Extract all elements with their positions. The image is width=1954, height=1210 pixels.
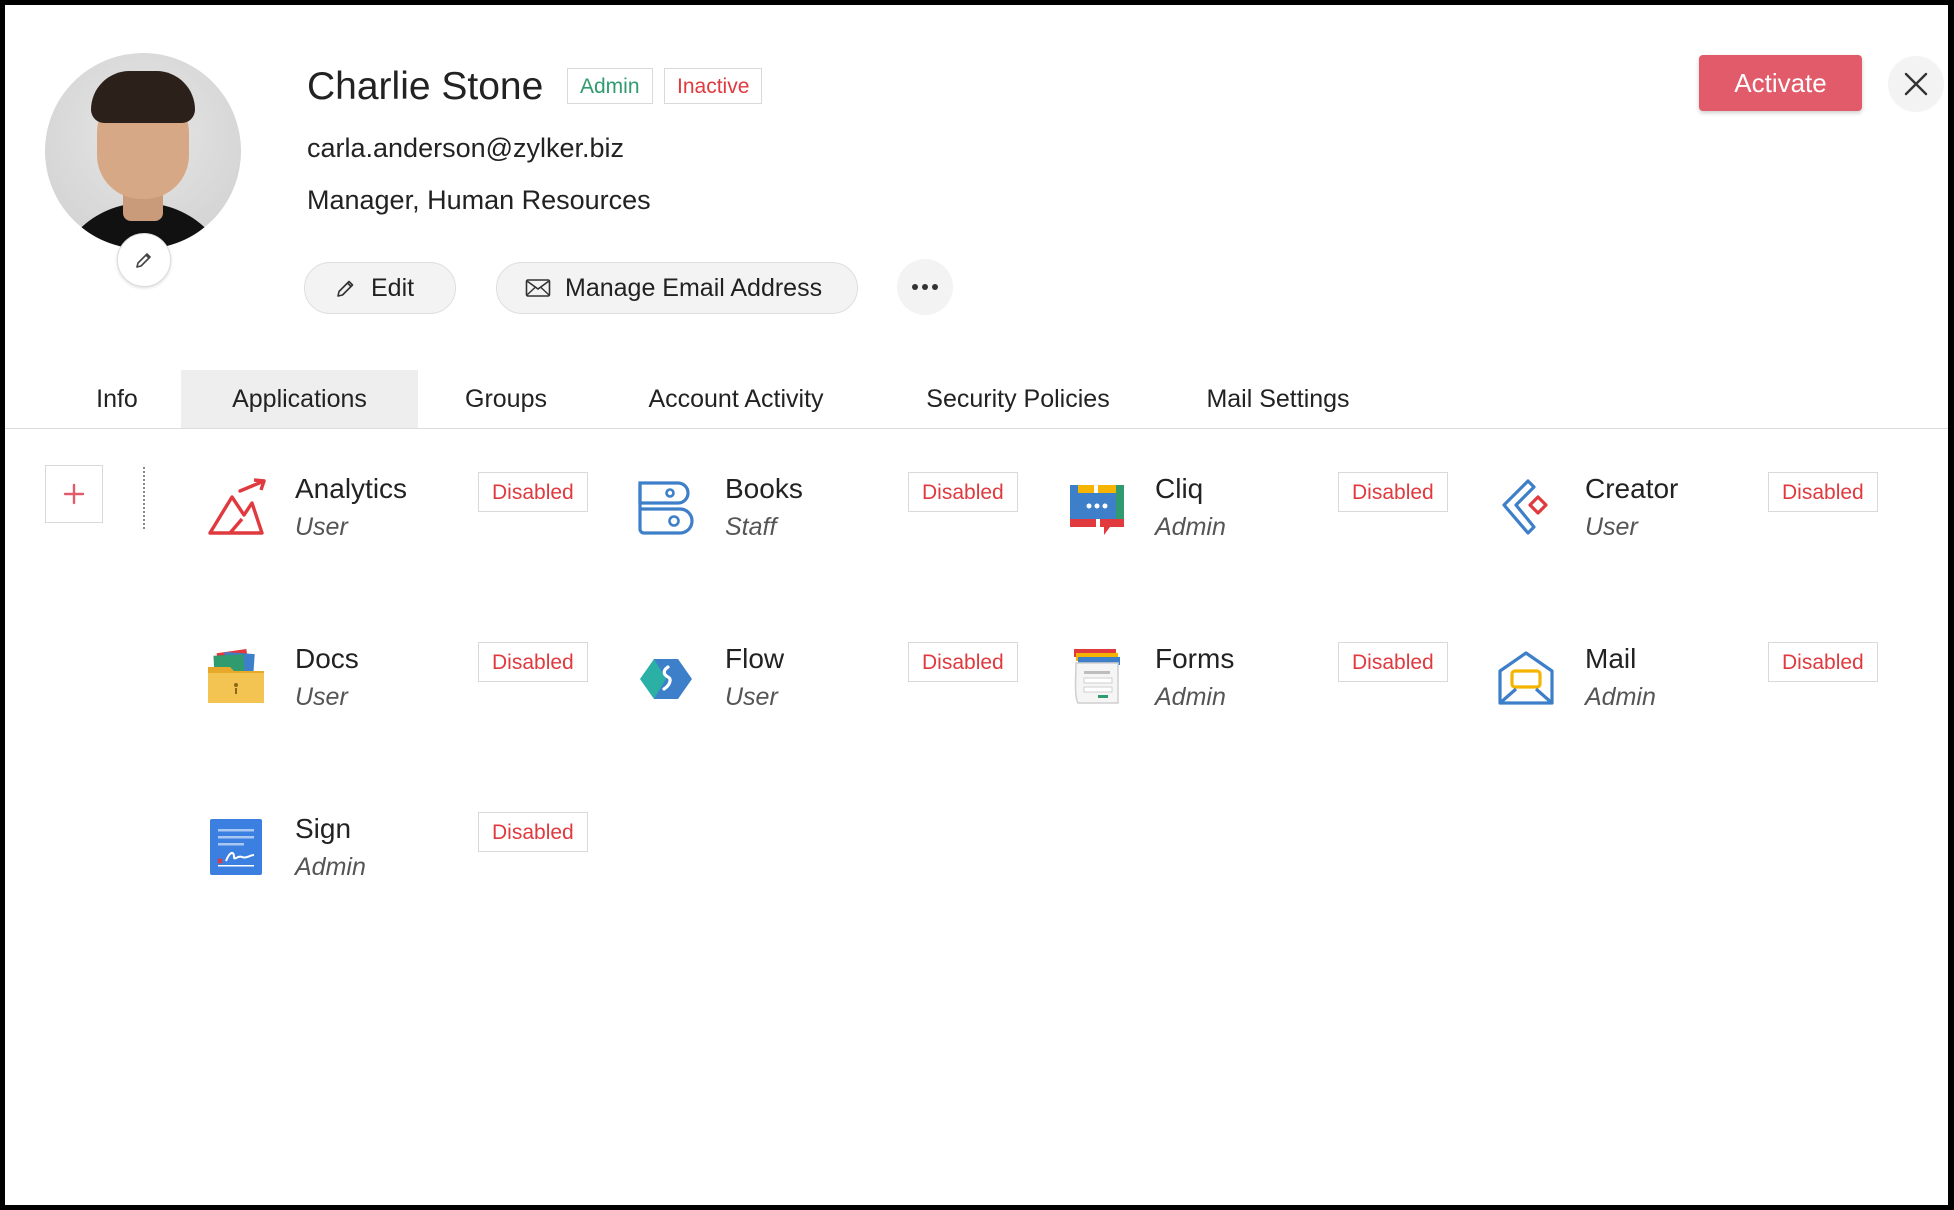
app-status-badge: Disabled	[908, 472, 1018, 512]
app-role: Admin	[1155, 683, 1226, 711]
pencil-icon	[136, 253, 151, 268]
app-name: Flow	[725, 643, 785, 674]
manage-email-button[interactable]: Manage Email Address	[496, 262, 858, 314]
tab-security-policies[interactable]: Security Policies	[905, 370, 1131, 428]
books-icon	[638, 481, 694, 535]
app-status-badge: Disabled	[478, 812, 588, 852]
app-status-badge: Disabled	[908, 642, 1018, 682]
app-card-forms[interactable]: Forms Admin Disabled	[1064, 637, 1494, 737]
app-role: User	[295, 683, 348, 711]
app-role: User	[295, 513, 348, 541]
app-status-badge: Disabled	[478, 642, 588, 682]
tab-bar: Info Applications Groups Account Activit…	[5, 370, 1948, 428]
app-name: Sign	[295, 813, 352, 844]
plus-icon	[63, 483, 85, 505]
close-icon	[1904, 72, 1928, 96]
app-card-sign[interactable]: Sign Admin Disabled	[204, 807, 634, 907]
tab-mail-settings[interactable]: Mail Settings	[1191, 370, 1365, 428]
app-card-flow[interactable]: Flow User Disabled	[634, 637, 1064, 737]
mail-icon	[1498, 651, 1554, 705]
edit-avatar-button[interactable]	[117, 233, 171, 287]
forms-icon	[1074, 649, 1120, 704]
app-name: Cliq	[1155, 473, 1204, 504]
more-horizontal-icon	[912, 284, 938, 290]
edit-button-label: Edit	[371, 273, 415, 302]
app-name: Books	[725, 473, 803, 504]
tab-divider	[5, 428, 1948, 429]
close-button[interactable]	[1888, 56, 1944, 112]
vertical-divider	[143, 467, 145, 529]
app-status-badge: Disabled	[1768, 642, 1878, 682]
app-status-badge: Disabled	[478, 472, 588, 512]
app-card-analytics[interactable]: Analytics User Disabled	[204, 467, 634, 567]
app-status-badge: Disabled	[1338, 642, 1448, 682]
app-name: Docs	[295, 643, 359, 674]
tab-groups[interactable]: Groups	[445, 370, 567, 428]
envelope-icon	[525, 278, 551, 298]
status-badge: Inactive	[664, 68, 763, 104]
app-name: Creator	[1585, 473, 1679, 504]
more-options-button[interactable]	[897, 259, 953, 315]
app-status-badge: Disabled	[1338, 472, 1448, 512]
app-card-docs[interactable]: Docs User Disabled	[204, 637, 634, 737]
app-card-creator[interactable]: Creator User Disabled	[1494, 467, 1924, 567]
app-name: Analytics	[295, 473, 408, 504]
tab-account-activity[interactable]: Account Activity	[625, 370, 847, 428]
analytics-icon	[208, 478, 266, 535]
app-role: Admin	[295, 853, 366, 881]
pencil-icon	[335, 277, 357, 299]
role-badge: Admin	[567, 68, 653, 104]
app-role: Admin	[1155, 513, 1226, 541]
app-card-cliq[interactable]: Cliq Admin Disabled	[1064, 467, 1494, 567]
flow-icon	[640, 659, 692, 699]
app-role: User	[1585, 513, 1638, 541]
user-details-panel: Charlie Stone Admin Inactive carla.ander…	[5, 5, 1948, 1205]
cliq-icon	[1070, 485, 1124, 535]
app-card-books[interactable]: Books Staff Disabled	[634, 467, 1064, 567]
app-role: Admin	[1585, 683, 1656, 711]
user-designation: Manager, Human Resources	[307, 185, 651, 215]
edit-button[interactable]: Edit	[304, 262, 456, 314]
app-status-badge: Disabled	[1768, 472, 1878, 512]
manage-email-button-label: Manage Email Address	[565, 273, 823, 302]
sign-icon	[210, 819, 262, 875]
app-name: Mail	[1585, 643, 1637, 674]
tab-info[interactable]: Info	[67, 370, 167, 428]
avatar-container	[45, 53, 241, 287]
docs-icon	[208, 649, 264, 703]
app-name: Forms	[1155, 643, 1235, 674]
avatar	[45, 53, 241, 249]
user-email: carla.anderson@zylker.biz	[307, 133, 625, 163]
app-role: User	[725, 683, 778, 711]
add-application-button[interactable]	[45, 465, 103, 523]
activate-button[interactable]: Activate	[1699, 55, 1862, 111]
user-name: Charlie Stone	[307, 65, 544, 108]
creator-icon	[1502, 479, 1548, 535]
app-card-mail[interactable]: Mail Admin Disabled	[1494, 637, 1924, 737]
tab-applications[interactable]: Applications	[181, 370, 418, 428]
app-role: Staff	[725, 513, 777, 541]
